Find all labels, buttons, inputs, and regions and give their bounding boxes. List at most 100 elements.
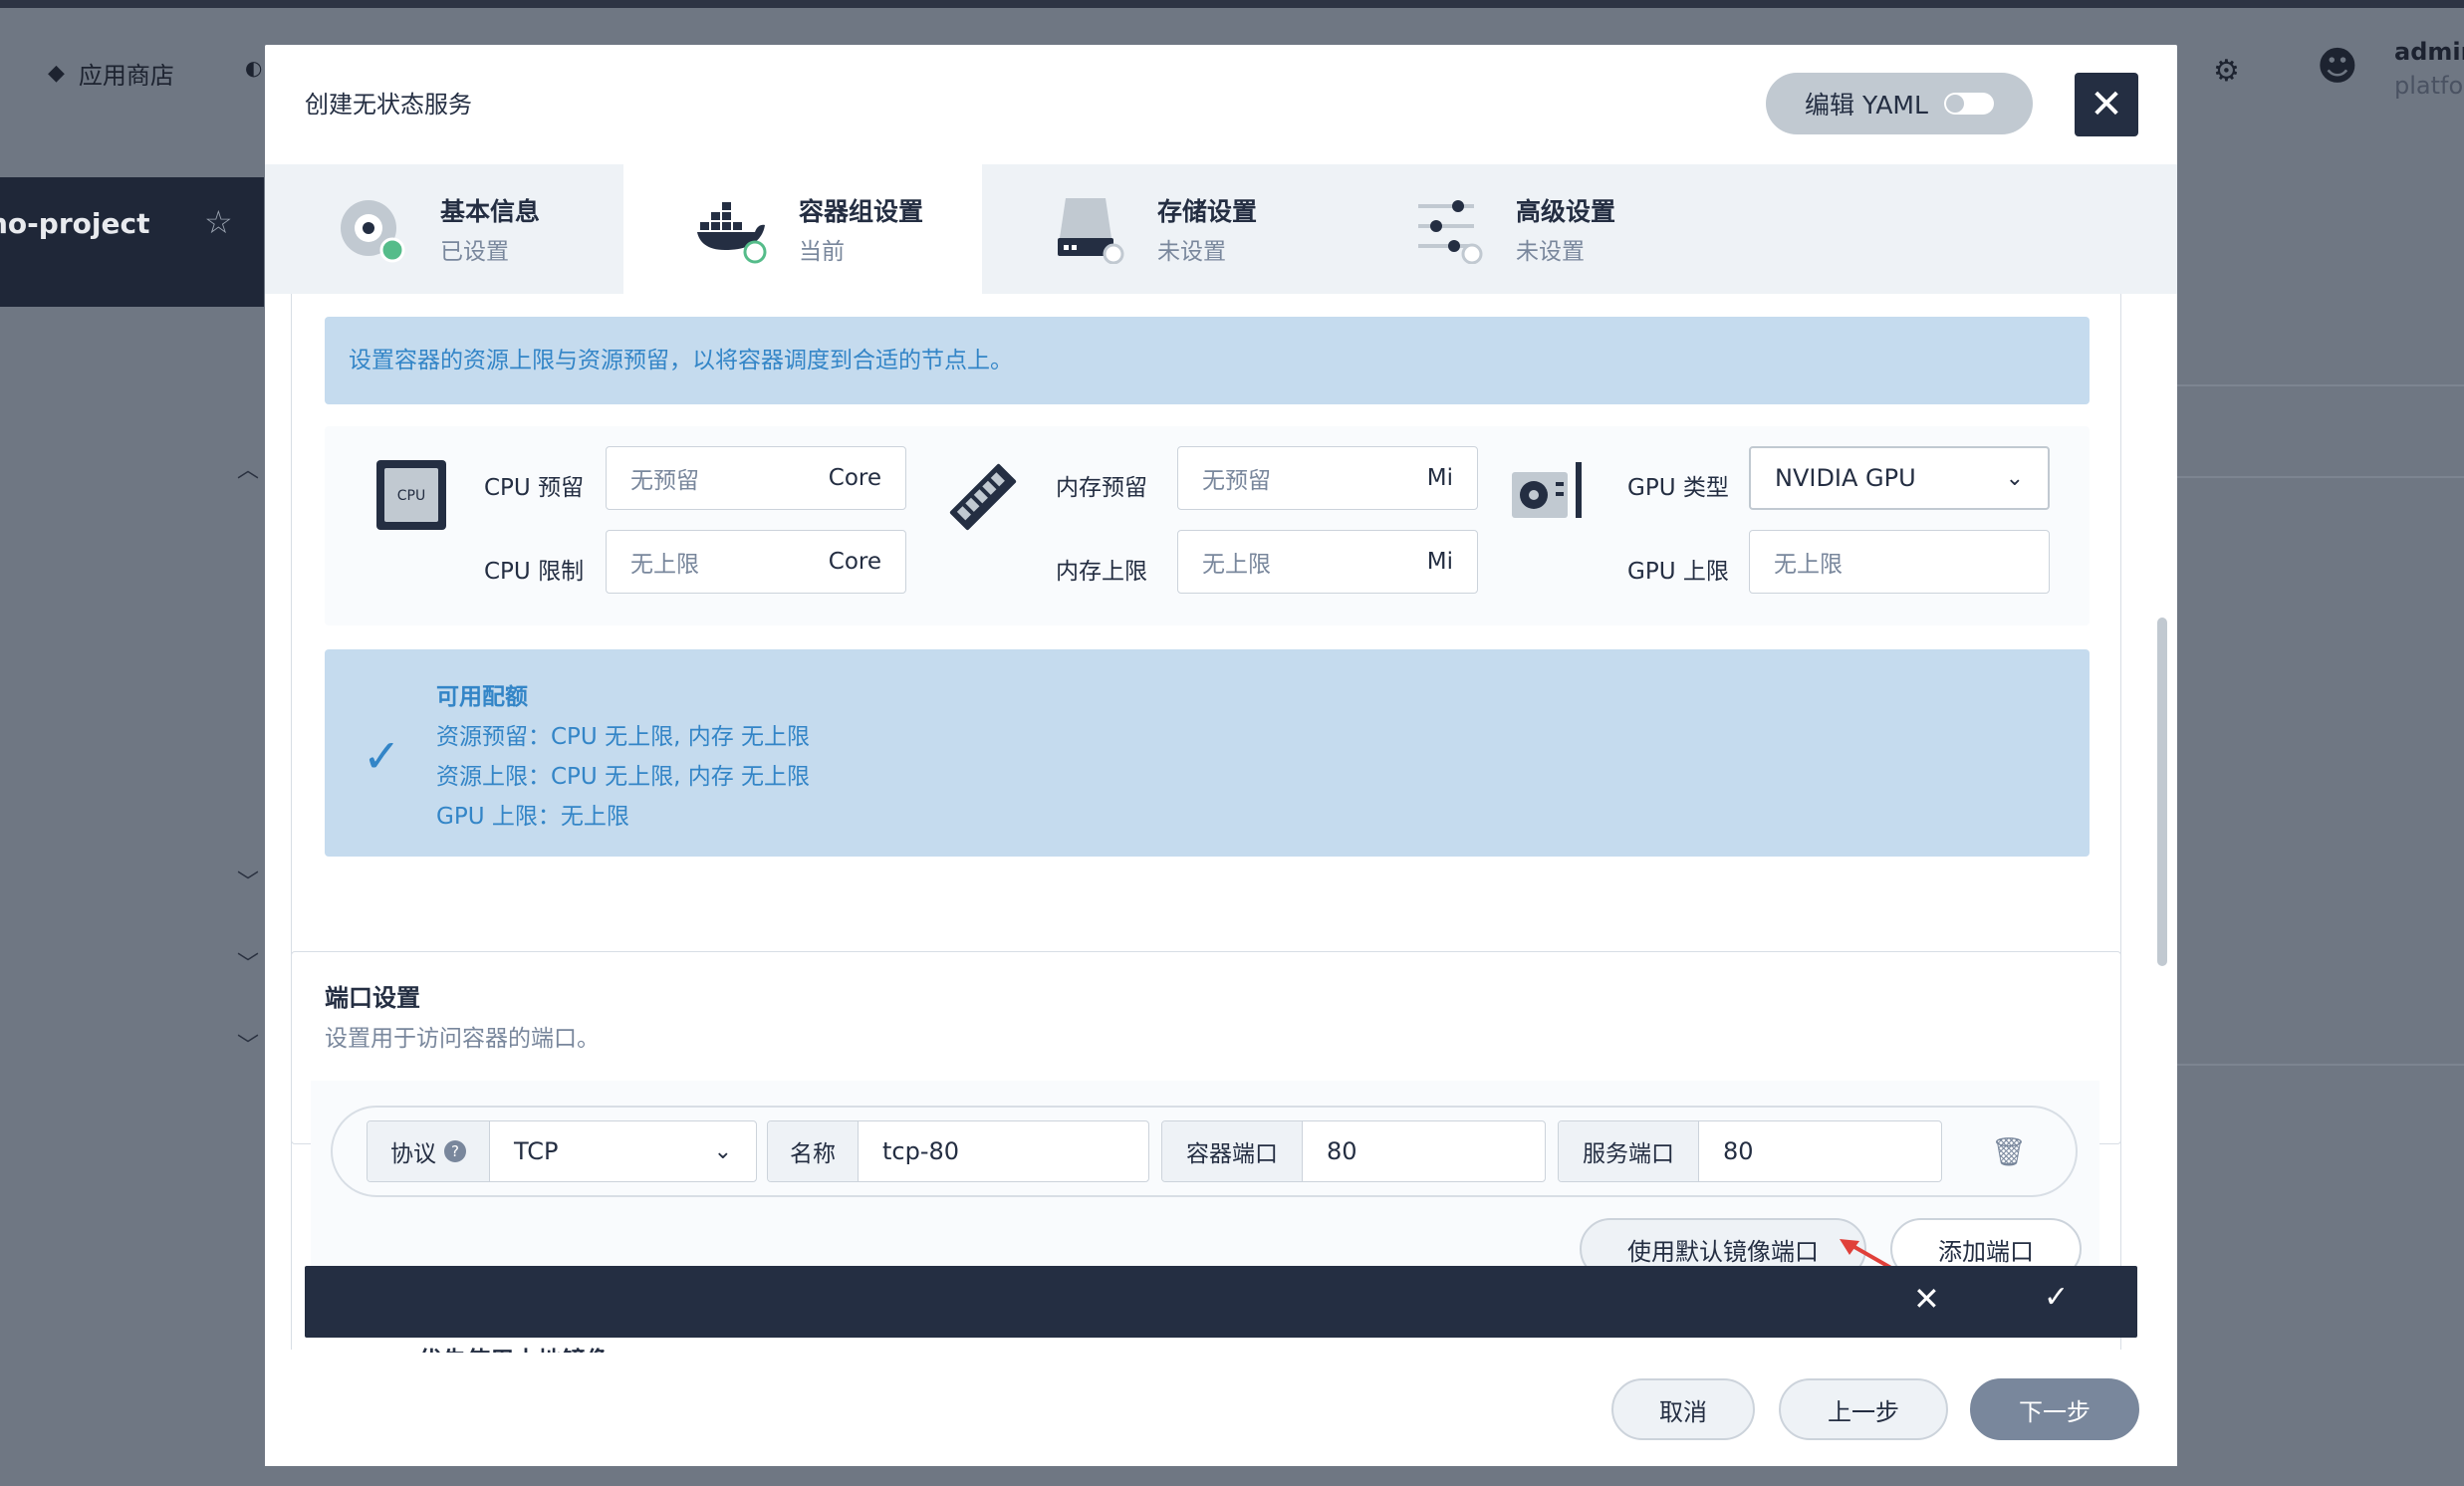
- service-port-label: 服务端口: [1559, 1121, 1699, 1181]
- protocol-value: TCP ⌄: [490, 1121, 756, 1181]
- close-button[interactable]: ✕: [2075, 73, 2138, 136]
- memory-reserve-placeholder: 无预留: [1202, 468, 1271, 494]
- quota-title: 可用配额: [436, 684, 528, 710]
- memory-unit: Mi: [1426, 465, 1453, 491]
- gpu-icon: [1512, 462, 1582, 518]
- available-quota: ✓ 可用配额 资源预留：CPU 无上限, 内存 无上限 资源上限：CPU 无上限…: [325, 649, 2090, 857]
- nav-app-store[interactable]: ◆ 应用商店: [48, 56, 174, 91]
- user-name: admin: [2394, 38, 2464, 66]
- cpu-unit: Core: [828, 465, 881, 491]
- nav-other-icon[interactable]: ◐: [245, 56, 262, 80]
- resource-info: 设置容器的资源上限与资源预留，以将容器调度到合适的节点上。: [325, 317, 2090, 404]
- user-role: platfor: [2394, 72, 2464, 100]
- chevron-down-icon[interactable]: ﹀: [237, 865, 259, 896]
- project-name: no-project: [0, 207, 150, 240]
- gpu-limit-input[interactable]: 无上限: [1749, 530, 2050, 594]
- gpu-limit-label: GPU 上限: [1627, 559, 1729, 585]
- docker-icon: [697, 202, 767, 264]
- edit-yaml-label: 编辑 YAML: [1805, 91, 1928, 120]
- edit-yaml-toggle[interactable]: 编辑 YAML: [1766, 73, 2033, 134]
- tab-title: 存储设置: [1157, 197, 1258, 226]
- cpu-unit: Core: [828, 549, 881, 575]
- memory-unit: Mi: [1426, 549, 1453, 575]
- gpu-type-label: GPU 类型: [1627, 475, 1729, 501]
- nav-app-store-label: 应用商店: [78, 62, 174, 90]
- tab-container-group[interactable]: 容器组设置 当前: [623, 164, 982, 294]
- port-name-field[interactable]: 名称 tcp-80: [767, 1120, 1149, 1182]
- gpu-limit-placeholder: 无上限: [1774, 552, 1843, 578]
- port-settings-title: 端口设置: [325, 984, 420, 1012]
- trash-icon[interactable]: 🗑: [1991, 1135, 2027, 1168]
- tab-basic-info[interactable]: 基本信息 已设置: [265, 164, 623, 294]
- protocol-select[interactable]: 协议 ? TCP ⌄: [367, 1120, 757, 1182]
- layers-icon: ◆: [48, 61, 65, 86]
- cpu-limit-input[interactable]: 无上限 Core: [606, 530, 906, 594]
- toggle-switch[interactable]: [1943, 93, 1994, 115]
- tab-storage[interactable]: 存储设置 未设置: [982, 164, 1341, 294]
- confirm-edit-icon[interactable]: ✓: [2044, 1280, 2069, 1315]
- scrollbar[interactable]: [2157, 618, 2167, 966]
- memory-reserve-label: 内存预留: [1056, 475, 1147, 501]
- tab-status: 当前: [799, 239, 845, 265]
- divider: [2176, 1064, 2464, 1066]
- quota-line: 资源上限：CPU 无上限, 内存 无上限: [436, 764, 811, 790]
- protocol-value-text: TCP: [514, 1137, 559, 1165]
- tab-title: 容器组设置: [799, 197, 924, 226]
- cpu-limit-placeholder: 无上限: [630, 552, 699, 578]
- port-name-value: tcp-80: [882, 1137, 960, 1165]
- gpu-type-value: NVIDIA GPU: [1775, 464, 1916, 492]
- tab-status: 未设置: [1157, 239, 1226, 265]
- divider: [2176, 476, 2464, 478]
- chevron-down-icon[interactable]: ﹀: [237, 1028, 259, 1060]
- memory-reserve-input[interactable]: 无预留 Mi: [1177, 446, 1478, 510]
- gpu-type-select[interactable]: NVIDIA GPU ⌄: [1749, 446, 2050, 510]
- project-selector[interactable]: no-project ☆: [0, 177, 264, 307]
- chevron-down-icon: ⌄: [2005, 465, 2024, 491]
- modal-title: 创建无状态服务: [305, 91, 472, 119]
- avatar[interactable]: ☻: [2317, 44, 2358, 90]
- gear-icon[interactable]: ⚙: [2213, 54, 2240, 89]
- prev-step-button[interactable]: 上一步: [1779, 1378, 1948, 1440]
- check-icon: ✓: [363, 729, 401, 783]
- tab-advanced[interactable]: 高级设置 未设置: [1341, 164, 1699, 294]
- cpu-reserve-label: CPU 预留: [484, 475, 585, 501]
- protocol-label-text: 协议: [390, 1141, 436, 1167]
- chevron-up-icon[interactable]: ︿: [237, 452, 259, 484]
- container-port-label: 容器端口: [1162, 1121, 1303, 1181]
- cpu-reserve-input[interactable]: 无预留 Core: [606, 446, 906, 510]
- tab-title: 基本信息: [440, 197, 541, 226]
- memory-limit-label: 内存上限: [1056, 559, 1147, 585]
- cpu-limit-label: CPU 限制: [484, 559, 585, 585]
- name-label: 名称: [768, 1121, 859, 1181]
- tab-title: 高级设置: [1516, 197, 1616, 226]
- next-step-button[interactable]: 下一步: [1970, 1378, 2139, 1440]
- cpu-reserve-placeholder: 无预留: [630, 468, 699, 494]
- divider: [2176, 384, 2464, 386]
- service-port-value: 80: [1723, 1137, 1754, 1165]
- help-icon[interactable]: ?: [444, 1140, 466, 1162]
- cpu-icon: CPU: [376, 460, 446, 530]
- chevron-down-icon: ⌄: [713, 1138, 732, 1164]
- cpu-icon-text: CPU: [397, 488, 425, 504]
- memory-limit-placeholder: 无上限: [1202, 552, 1271, 578]
- cancel-button[interactable]: 取消: [1611, 1378, 1755, 1440]
- quota-line: GPU 上限：无上限: [436, 804, 629, 830]
- sliders-icon: [1418, 200, 1483, 264]
- service-port-field[interactable]: 服务端口 80: [1558, 1120, 1942, 1182]
- step-tabs: 基本信息 已设置 容器组设置 当前 存储设置 未设置 高级设置 未设置: [265, 164, 2177, 294]
- star-icon[interactable]: ☆: [204, 203, 233, 241]
- memory-limit-input[interactable]: 无上限 Mi: [1177, 530, 1478, 594]
- container-port-field[interactable]: 容器端口 80: [1161, 1120, 1546, 1182]
- container-port-value: 80: [1327, 1137, 1357, 1165]
- top-bar: [0, 0, 2464, 8]
- modal-footer: 取消 上一步 下一步: [265, 1353, 2177, 1466]
- resource-limits: CPU CPU 预留 无预留 Core CPU 限制 无上限 Core 内存预留: [325, 426, 2090, 625]
- port-settings-subtitle: 设置用于访问容器的端口。: [325, 1026, 600, 1052]
- quota-line: 资源预留：CPU 无上限, 内存 无上限: [436, 724, 811, 750]
- memory-icon: [949, 463, 1017, 531]
- tab-status: 已设置: [440, 239, 509, 265]
- chevron-down-icon[interactable]: ﹀: [237, 946, 259, 978]
- port-row: 协议 ? TCP ⌄ 名称 tcp-80 容器端口 80 服务端口 80: [331, 1106, 2078, 1197]
- cancel-edit-icon[interactable]: ✕: [1913, 1280, 1940, 1318]
- disc-icon: [341, 200, 405, 263]
